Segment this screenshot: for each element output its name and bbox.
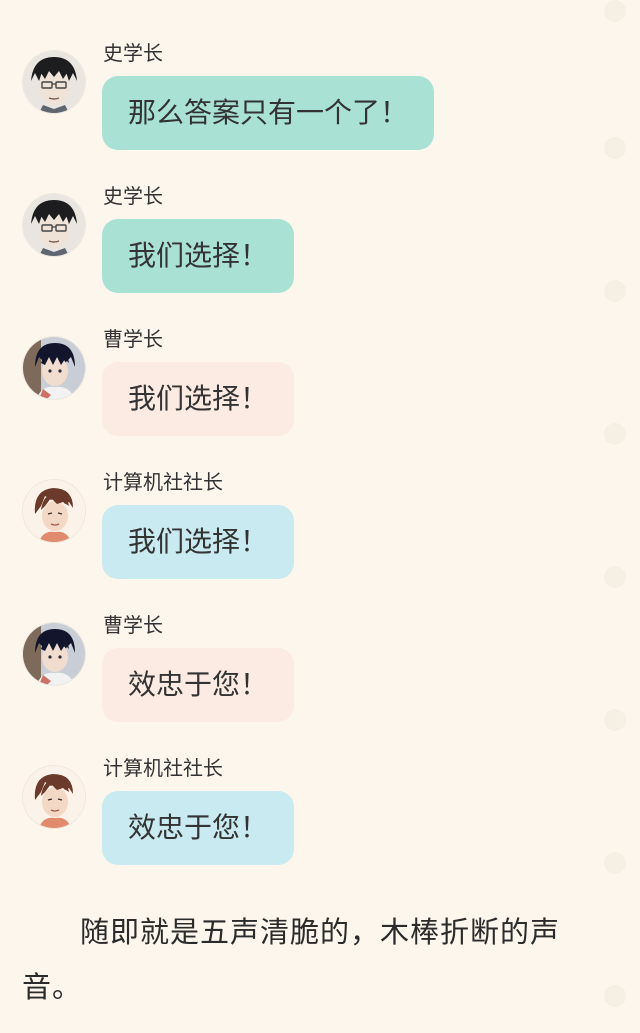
chat-message: 史学长 那么答案只有一个了！ [0, 41, 600, 164]
sender-name: 计算机社社长 [103, 756, 223, 780]
brown-hair-man-avatar-icon[interactable] [23, 480, 85, 542]
brown-hair-man-avatar-icon[interactable] [23, 766, 85, 828]
glasses-man-avatar-icon[interactable] [23, 194, 85, 256]
message-bubble[interactable]: 我们选择！ [102, 219, 295, 293]
dark-hair-man-avatar-icon[interactable] [23, 623, 85, 685]
message-bubble[interactable]: 我们选择！ [102, 362, 295, 436]
chat-message: 曹学长 效忠于您！ [0, 613, 600, 736]
chat-message: 计算机社社长 效忠于您！ [0, 756, 600, 879]
faint-dot-icon [604, 709, 626, 731]
sender-name: 史学长 [103, 184, 163, 208]
faint-dot-icon [604, 423, 626, 445]
faint-dot-icon [604, 280, 626, 302]
glasses-man-avatar-icon[interactable] [23, 51, 85, 113]
chat-message: 计算机社社长 我们选择！ [0, 470, 600, 593]
message-bubble[interactable]: 我们选择！ [102, 505, 295, 579]
sender-name: 史学长 [103, 41, 163, 65]
message-bubble[interactable]: 效忠于您！ [102, 791, 295, 865]
sender-name: 计算机社社长 [103, 470, 223, 494]
faint-dot-icon [604, 0, 626, 22]
faint-dot-icon [604, 985, 626, 1007]
message-bubble[interactable]: 那么答案只有一个了！ [102, 76, 435, 150]
faint-dot-icon [604, 566, 626, 588]
narration-paragraph: 随即就是五声清脆的，木棒折断的声音。 [22, 915, 561, 1004]
sender-name: 曹学长 [103, 613, 163, 637]
dark-hair-man-avatar-icon[interactable] [23, 337, 85, 399]
sender-name: 曹学长 [103, 327, 163, 351]
chat-message: 史学长 我们选择！ [0, 184, 600, 307]
chat-message: 曹学长 我们选择！ [0, 327, 600, 450]
faint-dot-icon [604, 852, 626, 874]
message-bubble[interactable]: 效忠于您！ [102, 648, 295, 722]
faint-dot-icon [604, 137, 626, 159]
